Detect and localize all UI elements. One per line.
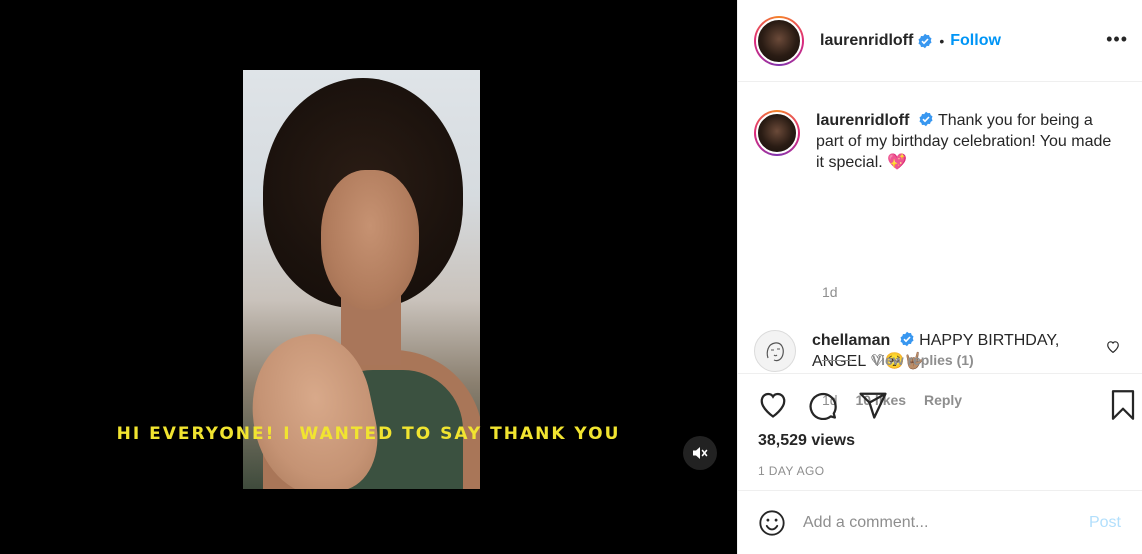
mute-button[interactable]	[683, 436, 717, 470]
post-header: laurenridloff • Follow •••	[738, 0, 1142, 82]
avatar[interactable]	[754, 15, 804, 66]
share-paper-plane-icon[interactable]	[858, 390, 888, 420]
replies-divider	[822, 359, 852, 361]
verified-badge-icon	[919, 111, 933, 127]
verified-badge-icon	[918, 33, 932, 48]
emoji-smiley-icon[interactable]	[758, 509, 786, 537]
save-bookmark-icon[interactable]	[1110, 390, 1136, 420]
post-actions: 38,529 views 1 DAY AGO	[738, 376, 1142, 491]
sketch-portrait-icon	[766, 342, 784, 362]
add-comment-bar: Post	[738, 492, 1142, 554]
caption-avatar[interactable]	[754, 110, 800, 156]
like-heart-icon[interactable]	[758, 390, 788, 418]
more-options-icon[interactable]: •••	[1106, 30, 1128, 48]
caption-body: laurenridloff Thank you for being a part…	[816, 110, 1116, 173]
comment-bubble-icon[interactable]	[808, 390, 838, 420]
like-comment-heart-icon[interactable]	[1106, 340, 1120, 353]
video-person-face	[321, 170, 419, 310]
view-count[interactable]: 38,529 views	[758, 432, 855, 450]
view-replies-label: View replies (1)	[872, 352, 974, 368]
volume-muted-icon	[693, 447, 708, 459]
verified-badge-icon	[900, 331, 914, 347]
view-replies-button[interactable]: View replies (1)	[822, 352, 974, 368]
caption-username[interactable]: laurenridloff	[816, 112, 909, 129]
post-time-ago[interactable]: 1 DAY AGO	[758, 464, 825, 478]
comment-username[interactable]: chellaman	[812, 332, 890, 349]
post-side-panel: laurenridloff • Follow ••• laurenridloff…	[737, 0, 1142, 554]
video-player[interactable]: HI EVERYONE! I WANTED TO SAY THANK YOU	[0, 0, 737, 554]
separator-dot: •	[939, 32, 945, 49]
caption-avatar-image	[756, 112, 798, 154]
video-caption: HI EVERYONE! I WANTED TO SAY THANK YOU	[116, 424, 621, 444]
comments-section: laurenridloff Thank you for being a part…	[738, 82, 1142, 408]
follow-button[interactable]: Follow	[950, 32, 1001, 50]
header-username[interactable]: laurenridloff	[820, 32, 913, 50]
comment-avatar[interactable]	[754, 330, 796, 372]
post-caption: laurenridloff Thank you for being a part…	[754, 110, 1116, 173]
post-comment-button[interactable]: Post	[1089, 514, 1121, 532]
comment-input[interactable]	[803, 514, 1073, 532]
avatar-image	[756, 17, 802, 64]
caption-timestamp: 1d	[822, 284, 838, 300]
